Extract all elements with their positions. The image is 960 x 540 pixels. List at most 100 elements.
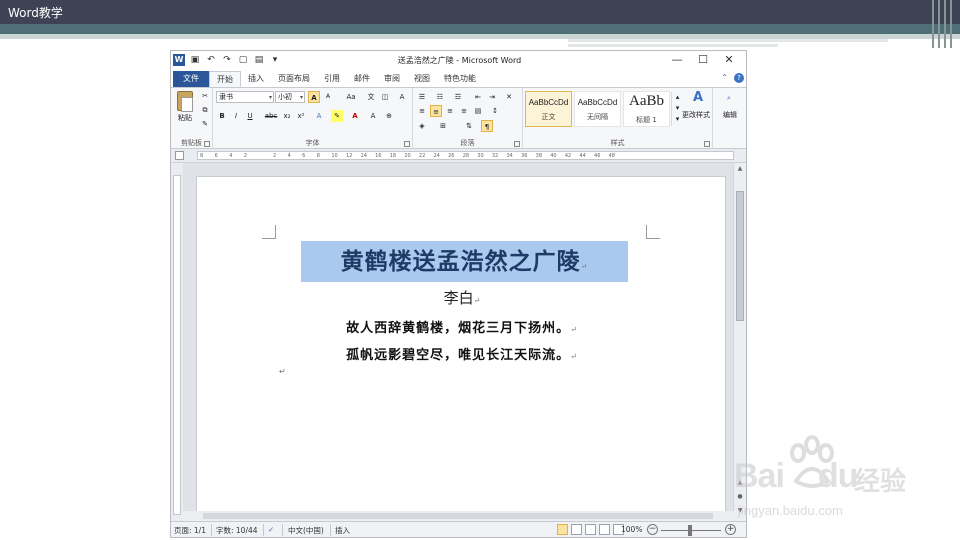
align-center-icon[interactable]: ≡ xyxy=(430,105,442,117)
close-button[interactable]: ✕ xyxy=(716,52,742,68)
print-layout-view-icon[interactable] xyxy=(557,524,568,535)
char-shading-icon[interactable]: A xyxy=(396,91,408,103)
text-effects-icon[interactable]: A xyxy=(313,110,325,122)
tab-home[interactable]: 开始 xyxy=(209,71,241,87)
highlight-color-icon[interactable]: ✎ xyxy=(331,110,343,122)
font-size-select[interactable]: 小初 xyxy=(275,91,305,103)
ruler-scale[interactable]: 8 6 4 2 2 4 6 8 10 12 14 16 18 20 22 24 26 28 30 32 34 36 38 40… xyxy=(197,151,734,160)
borders-icon[interactable]: ⊞ xyxy=(437,120,449,132)
web-layout-view-icon[interactable] xyxy=(585,524,596,535)
clipboard-launcher-icon[interactable] xyxy=(204,141,210,147)
increase-indent-icon[interactable]: ⇥ xyxy=(486,91,498,103)
char-border-icon[interactable]: ◫ xyxy=(379,91,391,103)
phonetic-guide-icon[interactable]: 文 xyxy=(365,91,377,103)
proofing-icon[interactable]: ✓ xyxy=(268,525,274,534)
sort-icon[interactable]: ⇅ xyxy=(463,120,475,132)
status-separator xyxy=(263,524,264,536)
paragraph-group: ☰ ☷ ☲ ⇤ ⇥ ✕ ≡ ≡ ≡ ≡ ▤ ↕ ◈ ⊞ ⇅ ¶ 段落 xyxy=(413,88,523,149)
numbering-icon[interactable]: ☷ xyxy=(434,91,446,103)
header-band xyxy=(0,24,960,34)
strikethrough-button[interactable]: abc xyxy=(263,110,279,122)
multilevel-list-icon[interactable]: ☲ xyxy=(452,91,464,103)
minimize-button[interactable]: — xyxy=(664,52,690,68)
style-heading-1[interactable]: AaBb 标题 1 xyxy=(623,91,670,127)
language-indicator[interactable]: 中文(中国) xyxy=(288,525,324,536)
poem-line[interactable]: 故人西辞黄鹤楼，烟花三月下扬州。↵ xyxy=(197,317,727,336)
tab-insert[interactable]: 插入 xyxy=(241,71,271,87)
hscroll-thumb[interactable] xyxy=(203,513,713,519)
page-count[interactable]: 页面: 1/1 xyxy=(174,525,206,536)
italic-button[interactable]: I xyxy=(230,110,242,122)
paragraph-launcher-icon[interactable] xyxy=(514,141,520,147)
font-name-select[interactable]: 隶书 xyxy=(216,91,274,103)
style-no-spacing[interactable]: AaBbCcDd 无间隔 xyxy=(574,91,621,127)
change-case-button[interactable]: Aa xyxy=(343,91,359,103)
status-separator xyxy=(211,524,212,536)
font-launcher-icon[interactable] xyxy=(404,141,410,147)
zoom-slider-knob[interactable] xyxy=(688,525,692,536)
ruler-mark: 16 xyxy=(375,153,382,159)
collapse-ribbon-icon[interactable]: ⌃ xyxy=(721,73,728,83)
tab-references[interactable]: 引用 xyxy=(317,71,347,87)
document-canvas: 黄鹤楼送孟浩然之广陵↵ 李白↵ 故人西辞黄鹤楼，烟花三月下扬州。↵ 孤帆远影碧空… xyxy=(183,163,735,521)
document-page[interactable]: 黄鹤楼送孟浩然之广陵↵ 李白↵ 故人西辞黄鹤楼，烟花三月下扬州。↵ 孤帆远影碧空… xyxy=(196,176,726,521)
document-title[interactable]: 黄鹤楼送孟浩然之广陵↵ xyxy=(301,241,628,282)
justify-icon[interactable]: ≡ xyxy=(458,105,470,117)
ruler-mark: 12 xyxy=(345,153,353,159)
style-normal[interactable]: AaBbCcDd 正文 xyxy=(525,91,572,127)
tab-features[interactable]: 特色功能 xyxy=(437,71,483,87)
horizontal-scrollbar[interactable] xyxy=(183,511,735,521)
copy-icon[interactable]: ⧉ xyxy=(199,104,211,116)
format-painter-icon[interactable]: ✎ xyxy=(199,118,211,130)
decrease-indent-icon[interactable]: ⇤ xyxy=(472,91,484,103)
insert-mode[interactable]: 插入 xyxy=(335,525,350,536)
poem-line[interactable]: 孤帆远影碧空尽，唯见长江天际流。↵ xyxy=(197,344,727,363)
horizontal-ruler[interactable]: 8 6 4 2 2 4 6 8 10 12 14 16 18 20 22 24 26 28 30 32 34 36 38 40… xyxy=(171,149,746,163)
shrink-font-button[interactable]: A xyxy=(322,91,334,103)
zoom-out-icon[interactable]: − xyxy=(647,524,658,535)
line-spacing-icon[interactable]: ↕ xyxy=(489,105,501,117)
find-icon[interactable]: ⌕ xyxy=(723,92,735,104)
tab-page-layout[interactable]: 页面布局 xyxy=(271,71,317,87)
tab-file[interactable]: 文件 xyxy=(173,71,209,87)
tab-review[interactable]: 审阅 xyxy=(377,71,407,87)
shading-icon[interactable]: ◈ xyxy=(416,120,428,132)
font-color-icon[interactable]: A xyxy=(349,110,361,122)
enclose-char-icon[interactable]: ⊕ xyxy=(383,110,395,122)
char-scale-icon[interactable]: A xyxy=(367,110,379,122)
word-count[interactable]: 字数: 10/44 xyxy=(216,525,258,536)
scroll-thumb[interactable] xyxy=(736,191,744,321)
distributed-icon[interactable]: ▤ xyxy=(472,105,484,117)
document-author[interactable]: 李白↵ xyxy=(197,287,727,308)
zoom-level[interactable]: 100% xyxy=(621,525,642,534)
change-styles-icon[interactable]: A xyxy=(685,91,711,104)
full-screen-view-icon[interactable] xyxy=(571,524,582,535)
maximize-button[interactable]: ☐ xyxy=(690,52,716,68)
styles-launcher-icon[interactable] xyxy=(704,141,710,147)
show-marks-icon[interactable]: ¶ xyxy=(481,120,493,132)
tab-view[interactable]: 视图 xyxy=(407,71,437,87)
superscript-button[interactable]: x² xyxy=(295,110,307,122)
help-icon[interactable]: ? xyxy=(734,73,744,83)
cut-icon[interactable]: ✂ xyxy=(199,90,211,102)
paste-button[interactable]: 粘贴 xyxy=(174,113,196,123)
editing-button[interactable]: 编辑 xyxy=(715,110,745,120)
status-bar: 页面: 1/1 字数: 10/44 ✓ 中文(中国) 插入 100% − + xyxy=(171,521,746,537)
scroll-up-icon[interactable]: ▲ xyxy=(734,165,746,175)
tab-selector-icon[interactable] xyxy=(175,151,184,160)
bold-button[interactable]: B xyxy=(216,110,228,122)
grow-font-button[interactable]: A xyxy=(308,91,320,103)
paste-icon[interactable] xyxy=(177,91,193,112)
change-styles-button[interactable]: 更改样式 xyxy=(679,110,713,120)
chinese-layout-icon[interactable]: ✕ xyxy=(503,91,515,103)
tab-mailings[interactable]: 邮件 xyxy=(347,71,377,87)
styles-scroll-icon[interactable]: ▴ ▾ ▾ xyxy=(671,92,683,126)
align-left-icon[interactable]: ≡ xyxy=(416,105,428,117)
outline-view-icon[interactable] xyxy=(599,524,610,535)
subscript-button[interactable]: x₂ xyxy=(281,110,293,122)
ruler-mark: 26 xyxy=(448,153,455,159)
bullets-icon[interactable]: ☰ xyxy=(416,91,428,103)
underline-button[interactable]: U xyxy=(244,110,256,122)
align-right-icon[interactable]: ≡ xyxy=(444,105,456,117)
vertical-ruler[interactable] xyxy=(171,163,183,521)
